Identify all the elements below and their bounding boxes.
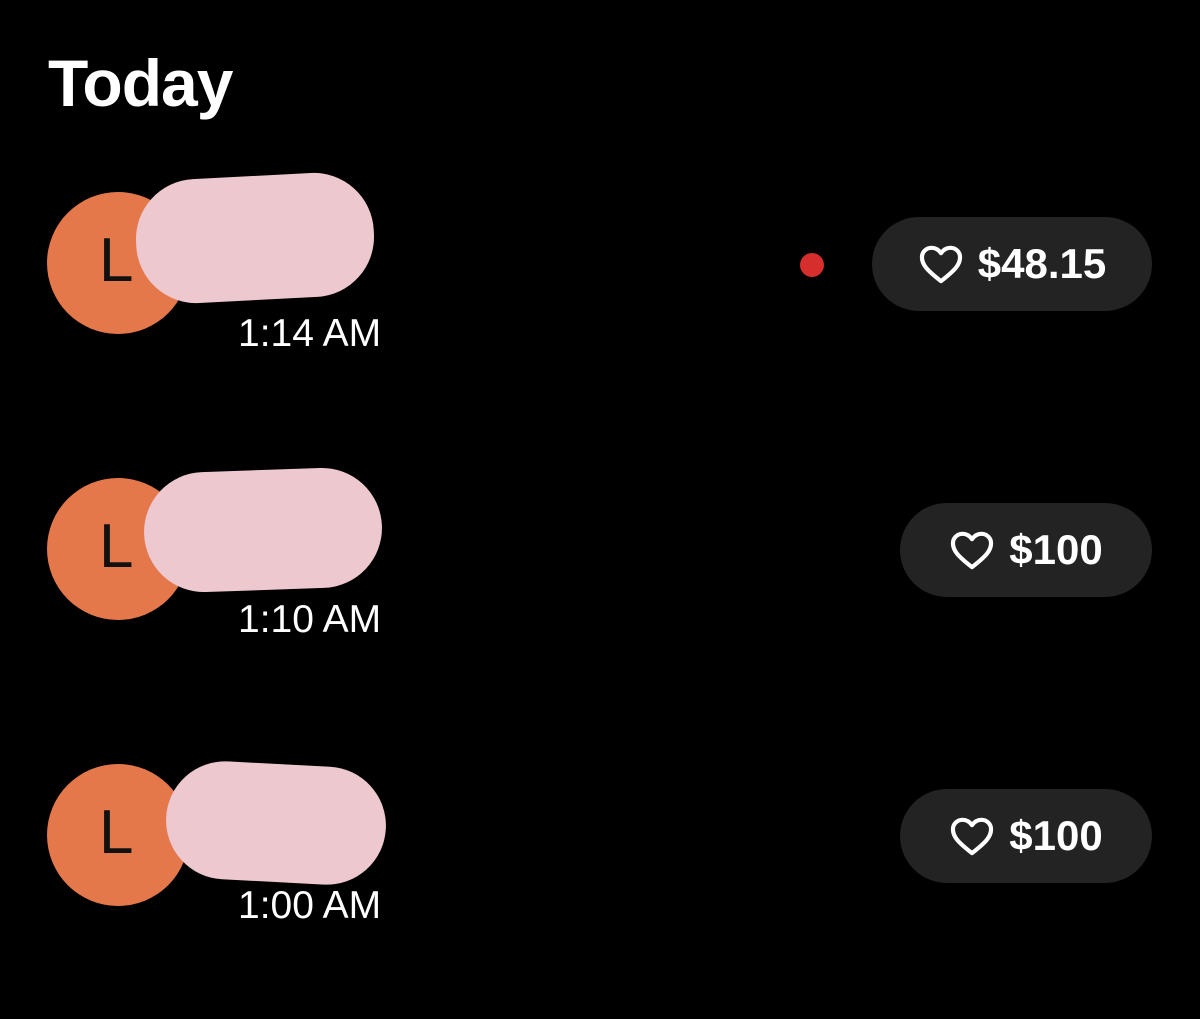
redacted-name [141,465,385,595]
amount-button[interactable]: $48.15 [872,217,1152,311]
transaction-row[interactable]: L 1:10 AM $100 [0,428,1200,639]
transaction-row[interactable]: L 1:00 AM $100 [0,714,1200,925]
amount-text: $100 [1009,812,1103,859]
redacted-name [163,758,389,888]
transaction-time: 1:14 AM [238,312,382,355]
unread-indicator [800,253,824,277]
redacted-name [132,169,378,307]
amount-button[interactable]: $100 [900,789,1152,883]
avatar-letter: L [99,512,134,581]
heart-outline-icon [951,817,994,856]
avatar-letter: L [99,798,134,867]
transaction-time: 1:10 AM [238,598,382,641]
heart-outline-icon [951,531,994,570]
section-title: Today [48,46,233,120]
amount-text: $100 [1009,526,1103,573]
transaction-row[interactable]: L 1:14 AM $48.15 [0,142,1200,353]
amount-text: $48.15 [977,240,1107,287]
avatar-letter: L [99,226,134,295]
transaction-time: 1:00 AM [238,884,382,927]
heart-outline-icon [919,245,962,284]
amount-button[interactable]: $100 [900,503,1152,597]
